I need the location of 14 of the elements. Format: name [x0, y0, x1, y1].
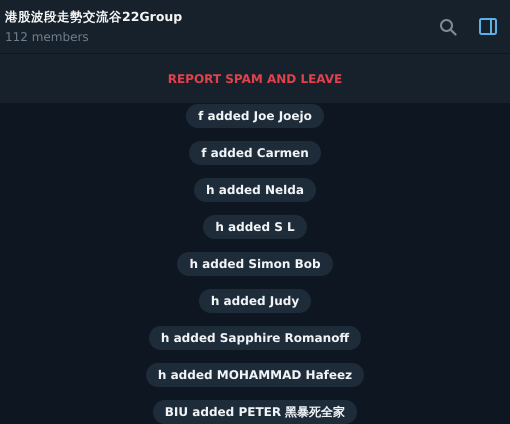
service-message: h added Nelda	[194, 178, 316, 202]
service-message: f added Carmen	[189, 141, 321, 165]
service-message: h added Judy	[198, 289, 312, 313]
service-message: h added Simon Bob	[177, 252, 333, 276]
report-spam-button[interactable]: REPORT SPAM AND LEAVE	[0, 54, 510, 103]
sidebar-toggle-icon[interactable]	[479, 18, 497, 35]
service-message: f added Joe Joejo	[186, 104, 324, 128]
service-message: h added MOHAMMAD Hafeez	[146, 363, 364, 387]
member-count: 112 members	[5, 30, 90, 44]
service-message: h added Sapphire Romanoff	[148, 326, 362, 350]
service-message: h added S L	[203, 215, 307, 239]
chat-title: 港股波段走勢交流谷22Group	[5, 9, 184, 26]
service-message: BIU added PETER 黑暴死全家	[152, 400, 358, 424]
search-icon[interactable]	[439, 18, 457, 36]
